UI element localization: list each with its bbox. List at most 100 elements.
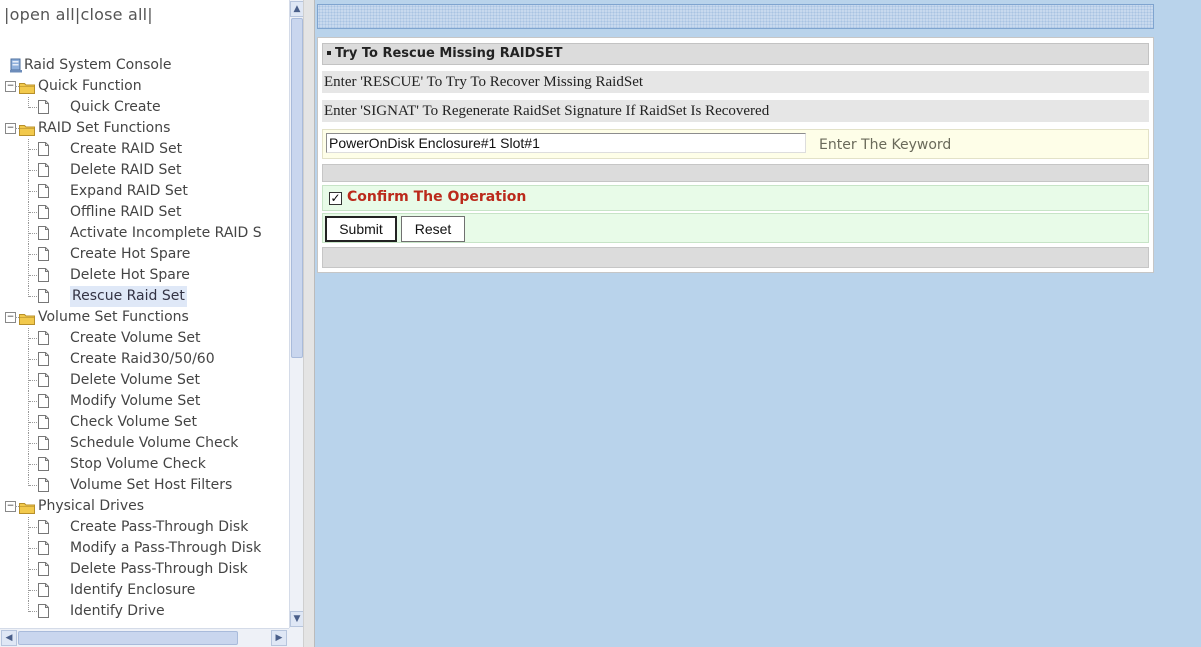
page-icon	[38, 604, 49, 618]
tree-item-label[interactable]: Delete Pass-Through Disk	[70, 559, 248, 580]
page-icon	[38, 583, 49, 597]
tree-item-label[interactable]: Volume Set Host Filters	[70, 475, 232, 496]
scroll-left-icon[interactable]: ◀	[1, 630, 17, 646]
tree-group[interactable]: − Physical Drives	[0, 496, 289, 517]
tree-group[interactable]: − Volume Set Functions	[0, 307, 289, 328]
tree-item[interactable]: Delete RAID Set	[0, 160, 289, 181]
form-footer-row	[322, 247, 1149, 268]
page-icon	[38, 331, 49, 345]
tree-item-label[interactable]: Identify Enclosure	[70, 580, 195, 601]
page-icon	[38, 562, 49, 576]
tree-item[interactable]: Activate Incomplete RAID S	[0, 223, 289, 244]
scroll-down-icon[interactable]: ▼	[290, 611, 303, 627]
tree-item-label[interactable]: Physical Drives	[38, 496, 144, 517]
form-title: Try To Rescue Missing RAIDSET	[335, 46, 563, 61]
rescue-hint: Enter 'RESCUE' To Try To Recover Missing…	[322, 71, 1149, 93]
tree-item-label[interactable]: Expand RAID Set	[70, 181, 188, 202]
tree-item-label[interactable]: Rescue Raid Set	[70, 286, 187, 307]
tree-item-selected[interactable]: Rescue Raid Set	[0, 286, 289, 307]
tree-item-label[interactable]: Identify Drive	[70, 601, 165, 622]
open-all-link[interactable]: open all	[10, 5, 75, 24]
tree-item[interactable]: Offline RAID Set	[0, 202, 289, 223]
tree-item[interactable]: Create Raid30/50/60	[0, 349, 289, 370]
page-icon	[38, 541, 49, 555]
page-icon	[38, 289, 49, 303]
tree-item[interactable]: Modify a Pass-Through Disk	[0, 538, 289, 559]
tree-item[interactable]: Quick Create	[0, 97, 289, 118]
tree-item[interactable]: Stop Volume Check	[0, 454, 289, 475]
signat-hint: Enter 'SIGNAT' To Regenerate RaidSet Sig…	[322, 100, 1149, 122]
tree-item-label[interactable]: Modify Volume Set	[70, 391, 200, 412]
scrollbar-corner	[289, 628, 303, 647]
header-bar	[317, 4, 1154, 29]
tree-item-label[interactable]: Delete Volume Set	[70, 370, 200, 391]
confirm-row: ✓ Confirm The Operation	[322, 185, 1149, 211]
tree-item-label[interactable]: Delete RAID Set	[70, 160, 182, 181]
tree-item[interactable]: Identify Drive	[0, 601, 289, 622]
tree-item-label[interactable]: Quick Function	[38, 76, 142, 97]
reset-button[interactable]: Reset	[401, 216, 465, 242]
page-icon	[38, 415, 49, 429]
page-icon	[38, 247, 49, 261]
tree-item-label[interactable]: Schedule Volume Check	[70, 433, 238, 454]
open-close-links: |open all|close all|	[4, 5, 153, 24]
page-icon	[38, 205, 49, 219]
tree-item-label[interactable]: Delete Hot Spare	[70, 265, 190, 286]
tree-item-label[interactable]: Offline RAID Set	[70, 202, 181, 223]
tree-item[interactable]: Create RAID Set	[0, 139, 289, 160]
page-icon	[38, 478, 49, 492]
tree-item[interactable]: Identify Enclosure	[0, 580, 289, 601]
page-icon	[38, 163, 49, 177]
tree-item-label[interactable]: Quick Create	[70, 97, 161, 118]
submit-button[interactable]: Submit	[325, 216, 397, 242]
scroll-up-icon[interactable]: ▲	[290, 1, 303, 17]
rescue-raidset-form: Try To Rescue Missing RAIDSET Enter 'RES…	[317, 37, 1154, 273]
tree-group[interactable]: − RAID Set Functions	[0, 118, 289, 139]
confirm-label: Confirm The Operation	[347, 189, 527, 205]
tree-item-label[interactable]: Create Volume Set	[70, 328, 200, 349]
scrollbar-thumb[interactable]	[291, 18, 303, 358]
tree-item[interactable]: Volume Set Host Filters	[0, 475, 289, 496]
tree-item-label[interactable]: Create Raid30/50/60	[70, 349, 215, 370]
button-row: Submit Reset	[322, 213, 1149, 243]
tree-item-label[interactable]: RAID Set Functions	[38, 118, 170, 139]
form-title-row: Try To Rescue Missing RAIDSET	[322, 43, 1149, 65]
tree-item[interactable]: Create Hot Spare	[0, 244, 289, 265]
folder-icon	[19, 122, 35, 136]
scrollbar-thumb[interactable]	[18, 631, 238, 645]
page-icon	[38, 142, 49, 156]
tree-root[interactable]: Raid System Console	[0, 55, 289, 76]
spacer-row	[322, 164, 1149, 182]
tree-item-label[interactable]: Check Volume Set	[70, 412, 197, 433]
tree-item-label[interactable]: Activate Incomplete RAID S	[70, 223, 262, 244]
page-icon	[38, 436, 49, 450]
close-all-link[interactable]: close all	[81, 5, 148, 24]
tree-item-label[interactable]: Stop Volume Check	[70, 454, 206, 475]
confirm-checkbox[interactable]: ✓	[329, 192, 342, 205]
tree-item[interactable]: Delete Volume Set	[0, 370, 289, 391]
tree-item[interactable]: Create Pass-Through Disk	[0, 517, 289, 538]
scroll-right-icon[interactable]: ▶	[271, 630, 287, 646]
tree-item[interactable]: Delete Pass-Through Disk	[0, 559, 289, 580]
frame-divider[interactable]	[303, 0, 315, 647]
tree-item-label[interactable]: Create RAID Set	[70, 139, 182, 160]
tree-item[interactable]: Modify Volume Set	[0, 391, 289, 412]
tree-item[interactable]: Check Volume Set	[0, 412, 289, 433]
folder-icon	[19, 80, 35, 94]
tree-item-label[interactable]: Create Hot Spare	[70, 244, 190, 265]
tree-group[interactable]: − Quick Function	[0, 76, 289, 97]
folder-icon	[19, 500, 35, 514]
tree-item[interactable]: Create Volume Set	[0, 328, 289, 349]
horizontal-scrollbar[interactable]: ◀ ▶	[0, 628, 289, 647]
bullet-icon	[327, 50, 331, 55]
tree-item-label[interactable]: Modify a Pass-Through Disk	[70, 538, 261, 559]
page-icon	[38, 184, 49, 198]
tree-item[interactable]: Delete Hot Spare	[0, 265, 289, 286]
tree-item-label[interactable]: Volume Set Functions	[38, 307, 189, 328]
tree-item-label[interactable]: Raid System Console	[24, 55, 171, 76]
vertical-scrollbar[interactable]: ▲ ▼	[289, 0, 303, 628]
keyword-input[interactable]	[326, 133, 806, 153]
tree-item[interactable]: Expand RAID Set	[0, 181, 289, 202]
tree-item-label[interactable]: Create Pass-Through Disk	[70, 517, 248, 538]
tree-item[interactable]: Schedule Volume Check	[0, 433, 289, 454]
